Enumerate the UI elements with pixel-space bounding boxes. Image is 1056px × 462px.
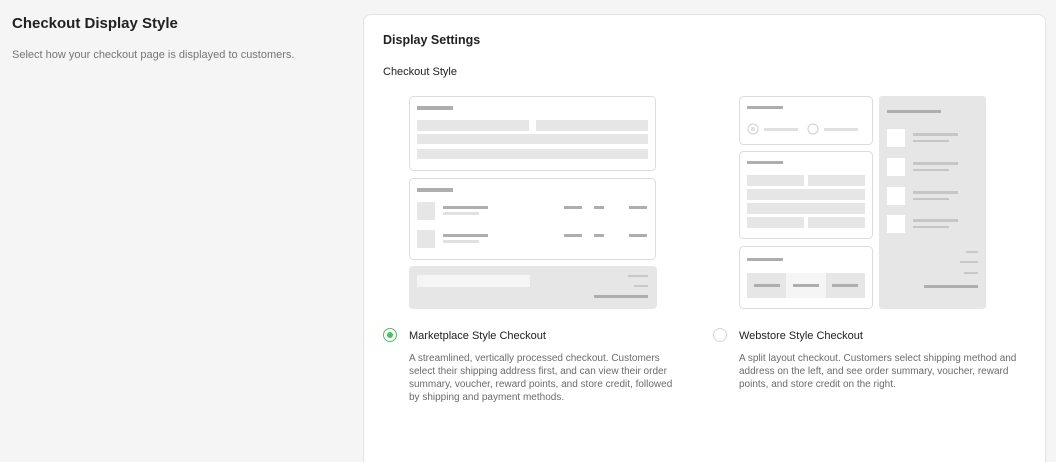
card-title: Display Settings [383,33,481,47]
checkout-style-label: Checkout Style [383,66,457,78]
marketplace-style-radio[interactable] [383,328,397,342]
section-header: Checkout Display Style Select how your c… [12,15,342,62]
section-description: Select how your checkout page is display… [12,49,295,61]
webstore-style-title[interactable]: Webstore Style Checkout [739,330,863,342]
display-settings-card: Display Settings Checkout Style Marketpl… [363,14,1046,462]
webstore-checkout-illustration[interactable] [739,96,987,309]
section-title: Checkout Display Style [12,15,178,32]
marketplace-checkout-illustration[interactable] [409,96,658,309]
webstore-style-radio[interactable] [713,328,727,342]
marketplace-style-title[interactable]: Marketplace Style Checkout [409,330,546,342]
marketplace-style-description: A streamlined, vertically processed chec… [409,353,673,403]
checkout-display-style-page: Checkout Display Style Select how your c… [0,0,1056,462]
webstore-style-description: A split layout checkout. Customers selec… [739,353,1017,390]
